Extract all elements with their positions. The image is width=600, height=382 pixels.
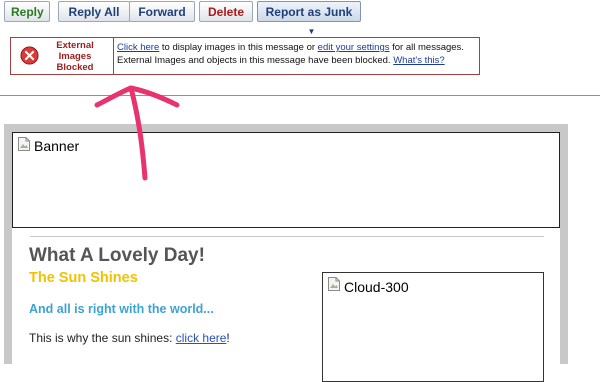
email-content: What A Lovely Day! The Sun Shines And al… [12,228,560,382]
email-paragraph: This is why the sun shines: click here! [29,331,230,345]
blocked-line1-end: for all messages. [389,42,464,53]
blocked-notice-line-1: Click here to display images in this mes… [117,41,477,54]
display-images-link[interactable]: Click here [117,42,159,53]
email-heading: What A Lovely Day! [29,245,205,266]
paragraph-text: This is why the sun shines: [29,331,176,345]
pointing-arrow-icon [94,85,180,181]
blocked-line2-text: External Images and objects in this mess… [117,55,394,66]
whats-this-link[interactable]: What's this? [393,55,444,66]
delete-button[interactable]: Delete [199,1,253,22]
email-tagline: And all is right with the world... [29,302,214,316]
images-blocked-notice: External Images Blocked Click here to di… [10,37,480,75]
report-junk-label: Report as Junk [265,5,353,19]
blocked-line1-mid: to display images in this message or [159,42,318,53]
email-subheading: The Sun Shines [29,270,138,286]
blocked-notice-title: External Images Blocked [56,40,94,73]
report-junk-button[interactable]: Report as Junk▼ [257,1,361,36]
sun-shines-link[interactable]: click here [176,331,227,345]
edit-settings-link[interactable]: edit your settings [318,42,390,53]
broken-image-icon [328,277,340,291]
paragraph-punctuation: ! [226,331,230,345]
cloud-alt-text: Cloud-300 [344,279,409,295]
banner-alt-text: Banner [34,138,80,154]
reply-all-button[interactable]: Reply All [58,1,130,22]
error-icon [20,46,39,65]
blocked-notice-text: Click here to display images in this mes… [117,41,477,67]
content-divider [30,236,544,237]
broken-image-icon [18,137,30,151]
cloud-image-placeholder: Cloud-300 [322,272,544,382]
forward-button[interactable]: Forward [129,1,195,22]
blocked-notice-header: External Images Blocked [11,38,114,74]
blocked-notice-line-2: External Images and objects in this mess… [117,54,477,67]
message-toolbar: Reply Reply All Forward Delete Report as… [0,0,600,36]
reply-button[interactable]: Reply [4,1,50,22]
